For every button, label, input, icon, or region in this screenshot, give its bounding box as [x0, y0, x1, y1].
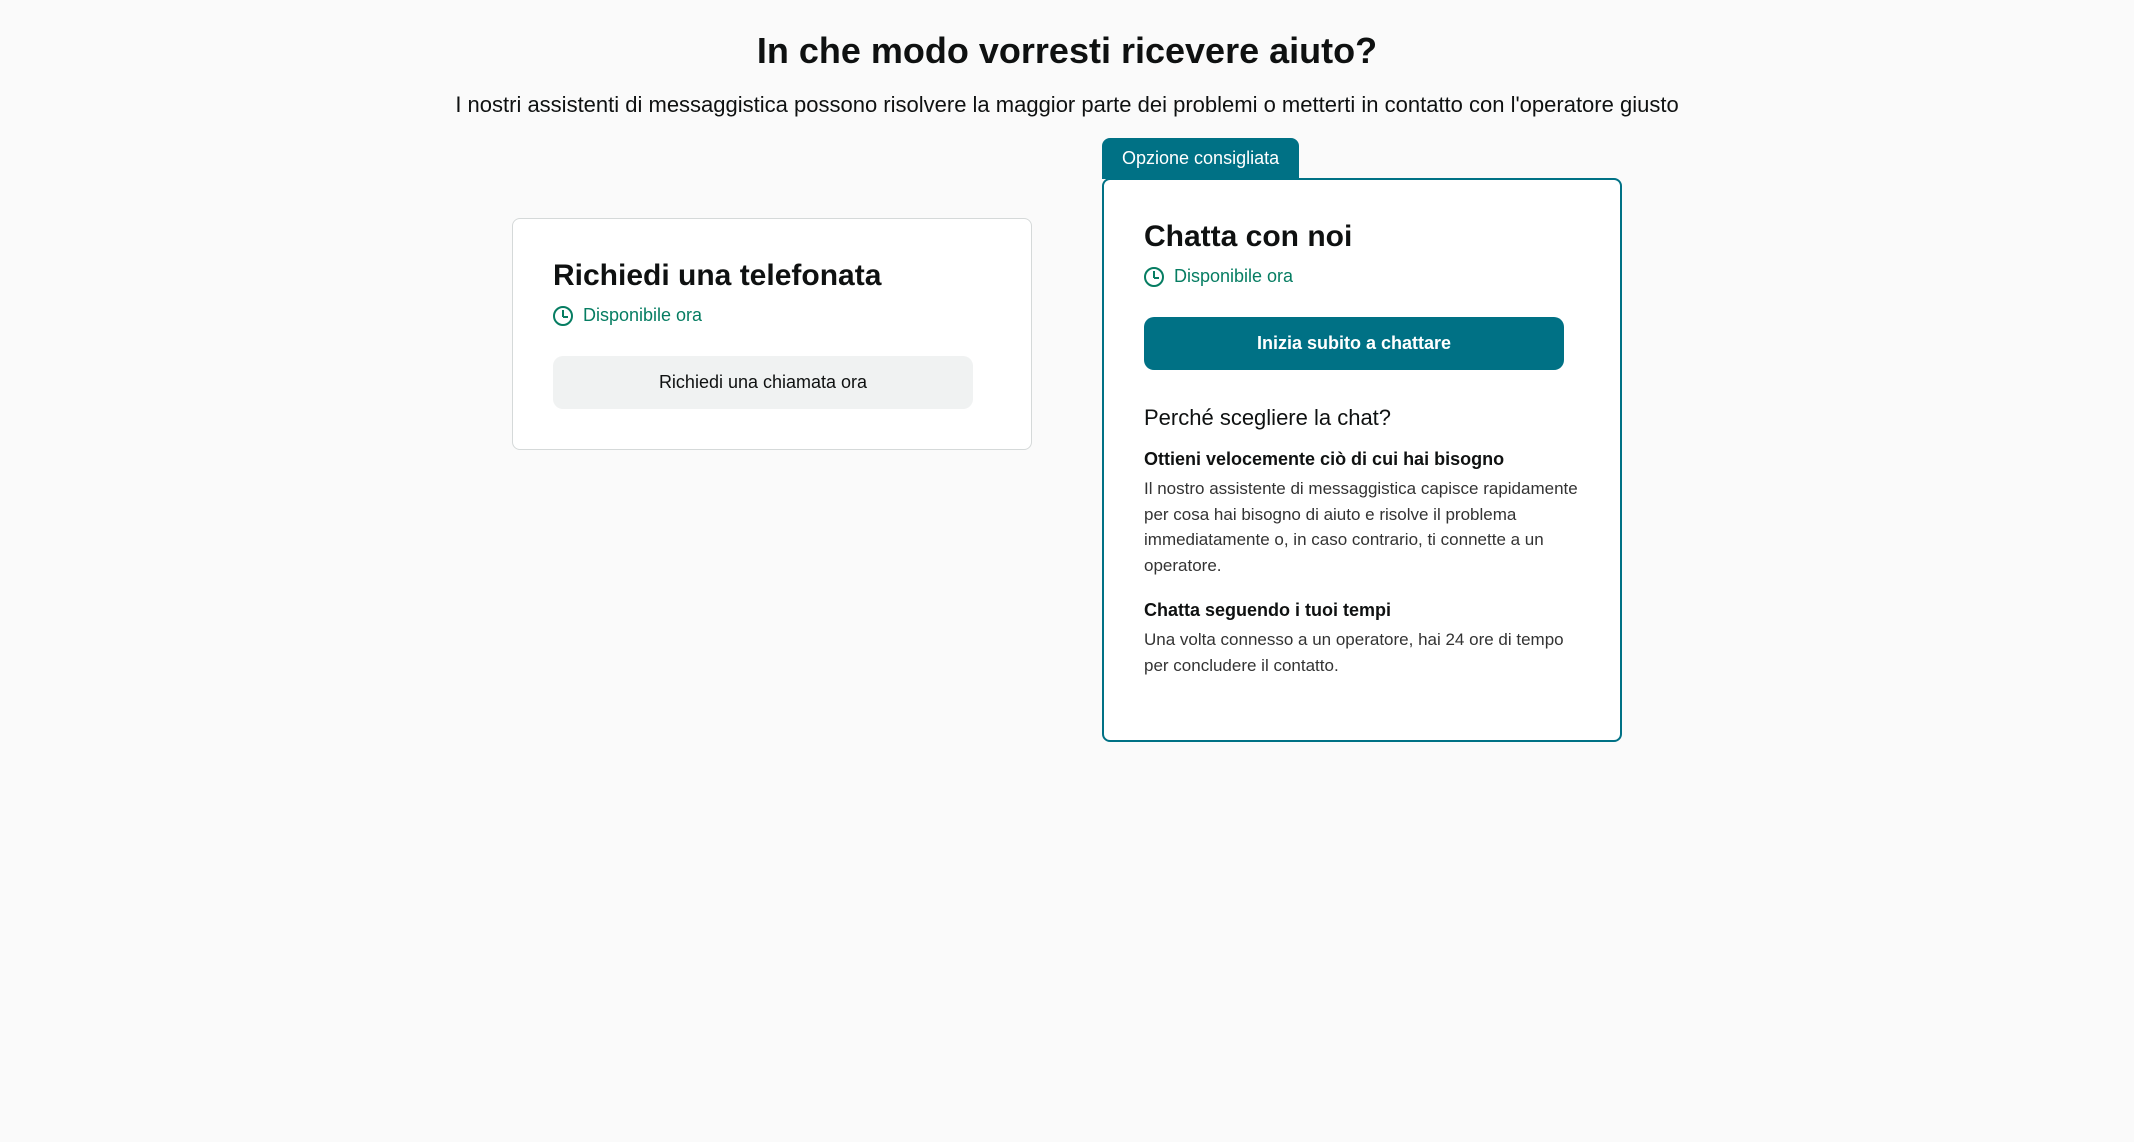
request-call-button[interactable]: Richiedi una chiamata ora: [553, 356, 973, 409]
chat-availability: Disponibile ora: [1144, 266, 1580, 287]
why-chat-section: Perché scegliere la chat? Ottieni veloce…: [1144, 405, 1580, 678]
clock-icon: [553, 306, 573, 326]
options-row: Richiedi una telefonata Disponibile ora …: [367, 178, 1767, 742]
recommended-badge: Opzione consigliata: [1102, 138, 1299, 179]
chat-card-wrapper: Opzione consigliata Chatta con noi Dispo…: [1102, 178, 1622, 742]
benefit-text: Il nostro assistente di messaggistica ca…: [1144, 476, 1580, 578]
benefit-text: Una volta connesso a un operatore, hai 2…: [1144, 627, 1580, 678]
benefit-title: Chatta seguendo i tuoi tempi: [1144, 600, 1580, 621]
benefit-title: Ottieni velocemente ciò di cui hai bisog…: [1144, 449, 1580, 470]
start-chat-button[interactable]: Inizia subito a chattare: [1144, 317, 1564, 370]
phone-availability: Disponibile ora: [553, 305, 991, 326]
chat-card-title: Chatta con noi: [1144, 220, 1580, 254]
benefit-item: Chatta seguendo i tuoi tempi Una volta c…: [1144, 600, 1580, 678]
phone-availability-text: Disponibile ora: [583, 305, 702, 326]
chat-card: Chatta con noi Disponibile ora Inizia su…: [1102, 178, 1622, 742]
why-chat-title: Perché scegliere la chat?: [1144, 405, 1580, 431]
phone-card: Richiedi una telefonata Disponibile ora …: [512, 218, 1032, 450]
clock-icon: [1144, 267, 1164, 287]
page-title: In che modo vorresti ricevere aiuto?: [367, 30, 1767, 72]
page-subtitle: I nostri assistenti di messaggistica pos…: [367, 92, 1767, 118]
chat-availability-text: Disponibile ora: [1174, 266, 1293, 287]
benefit-item: Ottieni velocemente ciò di cui hai bisog…: [1144, 449, 1580, 578]
phone-card-title: Richiedi una telefonata: [553, 259, 991, 293]
